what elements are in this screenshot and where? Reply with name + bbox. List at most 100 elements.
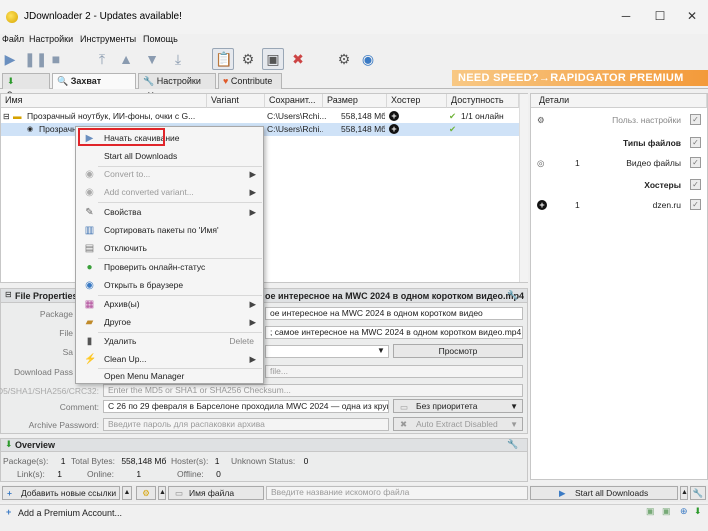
package-label: Package: [39, 309, 73, 319]
overview-title: Overview: [15, 440, 56, 450]
hosters-checkbox[interactable]: ✓: [690, 179, 701, 190]
add-icon[interactable]: ⊕: [680, 506, 688, 517]
dropdown-arrow-icon[interactable]: ▼: [377, 346, 385, 355]
archive-password-field[interactable]: Введите пароль для распаковки архива: [103, 418, 389, 431]
user-settings-row[interactable]: ⚙ Польз. настройки ✓: [535, 113, 703, 127]
file-types-row[interactable]: Типы файлов ✓: [535, 136, 703, 150]
column-header-hoster[interactable]: Хостер: [387, 94, 447, 108]
menu-item-other[interactable]: ▰ Другое ▶: [78, 313, 262, 331]
column-header-save[interactable]: Сохранит...: [265, 94, 323, 108]
dropdown-arrow-icon: ▼: [510, 420, 518, 429]
maximize-button[interactable]: ☐: [650, 8, 670, 24]
file-types-checkbox[interactable]: ✓: [690, 137, 701, 148]
stop-icon[interactable]: ■: [48, 51, 64, 67]
hoster-checkbox[interactable]: ✓: [690, 199, 701, 210]
save-to-field[interactable]: [265, 345, 389, 358]
add-links-button[interactable]: + Добавить новые ссылки: [2, 486, 120, 500]
package-field[interactable]: ое интересное на MWC 2024 в одном коротк…: [265, 307, 523, 320]
add-premium-link[interactable]: Add a Premium Account...: [18, 508, 122, 518]
hoster-count: 1: [575, 200, 580, 210]
comment-field[interactable]: С 26 по 29 февраля в Барселоне проходила…: [103, 400, 389, 413]
premium-banner[interactable]: NEED SPEED?→RAPIDGATOR PREMIUM: [452, 70, 708, 86]
menu-tools[interactable]: Инструменты: [80, 34, 136, 44]
menu-item-start-all[interactable]: Start all Downloads: [78, 147, 262, 165]
hoster-item[interactable]: + 1 dzen.ru ✓: [535, 198, 703, 212]
tab-settings[interactable]: 🔧 Настройки ✕: [138, 73, 216, 100]
column-header-variant[interactable]: Variant: [207, 94, 265, 108]
user-settings-label: Польз. настройки: [612, 115, 681, 125]
menu-file[interactable]: Файл: [2, 34, 24, 44]
file-type-checkbox[interactable]: ✓: [690, 157, 701, 168]
add-links-menu-button[interactable]: ▲: [122, 486, 132, 500]
other-icon: ▰: [85, 317, 94, 328]
status-icon-1[interactable]: ▣: [646, 506, 655, 517]
file-type-item[interactable]: ◎ 1 Видео файлы ✓: [535, 156, 703, 170]
filename-field[interactable]: ; самое интересное на MWC 2024 в одном к…: [265, 326, 523, 339]
tab-downloads[interactable]: ⬇ Закачка: [2, 73, 50, 100]
status-icon-2[interactable]: ▣: [662, 506, 671, 517]
wrench-icon[interactable]: 🔧: [507, 439, 518, 450]
download-password-field[interactable]: file...: [265, 365, 523, 378]
auto-start-toggle[interactable]: ▣: [262, 48, 284, 70]
availability: 1/1 онлайн: [461, 111, 504, 121]
hosters-header: Хостеры: [644, 180, 681, 190]
packages-stat: Package(s): 1: [3, 456, 66, 466]
start-all-menu-button[interactable]: ▲: [680, 486, 688, 500]
hosters-row[interactable]: Хостеры ✓: [535, 178, 703, 192]
checksum-field[interactable]: Enter the MD5 or SHA1 or SHA256 Checksum…: [103, 384, 523, 397]
user-settings-checkbox[interactable]: ✓: [690, 114, 701, 125]
wrench-icon: 🔧: [692, 488, 704, 498]
menu-item-archives[interactable]: ▦ Архив(ы) ▶: [78, 295, 262, 313]
move-up-icon[interactable]: ▲: [118, 51, 134, 67]
hoster-plus-icon: +: [389, 124, 399, 134]
file-label: File: [59, 328, 73, 338]
auto-confirm-icon[interactable]: ⚙: [240, 51, 256, 67]
menu-item-clean-up[interactable]: ⚡ Clean Up... ▶: [78, 350, 262, 368]
video-file-icon: ◉: [27, 126, 34, 133]
update-icon[interactable]: ◉: [360, 51, 376, 67]
close-button[interactable]: ✕: [682, 8, 702, 24]
reconnect-icon[interactable]: ⚙: [336, 51, 352, 67]
move-down-icon[interactable]: ▼: [144, 51, 160, 67]
menu-settings[interactable]: Настройки: [29, 34, 73, 44]
minimize-button[interactable]: ─: [616, 8, 636, 24]
download-arrow-icon[interactable]: ⬇: [694, 506, 702, 517]
search-field-select[interactable]: ▭ Имя файла: [168, 486, 264, 500]
clipboard-toggle[interactable]: 📋: [212, 48, 234, 70]
move-top-icon[interactable]: ⤒: [94, 51, 110, 67]
play-icon[interactable]: ▶: [2, 51, 18, 67]
menu-item-check-online[interactable]: ● Проверить онлайн-статус: [78, 258, 262, 276]
menu-item-disable[interactable]: ▤ Отключить: [78, 239, 262, 257]
column-header-availability[interactable]: Доступность: [447, 94, 519, 108]
clean-button[interactable]: ⚙: [136, 486, 156, 500]
menu-item-sort[interactable]: ▥ Сортировать пакеты по 'Имя': [78, 221, 262, 239]
clean-up-icon[interactable]: ✖: [290, 51, 306, 67]
pause-icon[interactable]: ❚❚: [24, 51, 47, 67]
column-header-name[interactable]: Имя: [1, 94, 207, 108]
menu-item-menu-manager[interactable]: Open Menu Manager: [78, 367, 262, 385]
move-bottom-icon[interactable]: ⤓: [170, 51, 186, 67]
menu-item-properties[interactable]: ✎ Свойства ▶: [78, 203, 262, 221]
vertical-scrollbar[interactable]: [519, 94, 528, 282]
tab-contribute[interactable]: ♥ Contribute: [218, 73, 282, 89]
tab-linkgrabber[interactable]: 🔍 Захват ссылок: [52, 73, 136, 100]
settings-button[interactable]: 🔧: [690, 486, 706, 500]
collapse-icon[interactable]: ⊟: [5, 290, 12, 299]
browse-button[interactable]: Просмотр: [393, 344, 523, 358]
menu-help[interactable]: Помощь: [143, 34, 178, 44]
auto-extract-select[interactable]: ✖ Auto Extract Disabled ▼: [393, 417, 523, 431]
online-check-icon: ✔: [449, 111, 457, 121]
search-input[interactable]: Введите название искомого файла: [266, 486, 528, 500]
wrench-icon[interactable]: 🔧: [507, 290, 518, 301]
start-all-downloads-button[interactable]: ▶ Start all Downloads: [530, 486, 678, 500]
collapse-icon[interactable]: ⊟: [3, 110, 13, 123]
menu-item-open-browser[interactable]: ◉ Открыть в браузере: [78, 276, 262, 294]
shortcut-label: Delete: [229, 336, 254, 346]
column-header-size[interactable]: Размер: [323, 94, 387, 108]
menu-item-convert[interactable]: ◉ Convert to... ▶: [78, 165, 262, 183]
menu-item-delete[interactable]: ▮ Удалить Delete: [78, 332, 262, 350]
table-row-package[interactable]: ⊟ ▬ Прозрачный ноутбук, ИИ-фоны, очки с …: [1, 110, 519, 123]
menu-item-add-variant[interactable]: ◉ Add converted variant... ▶: [78, 183, 262, 201]
clean-menu-button[interactable]: ▲: [158, 486, 166, 500]
priority-select[interactable]: ▭ Без приоритета ▼: [393, 399, 523, 413]
